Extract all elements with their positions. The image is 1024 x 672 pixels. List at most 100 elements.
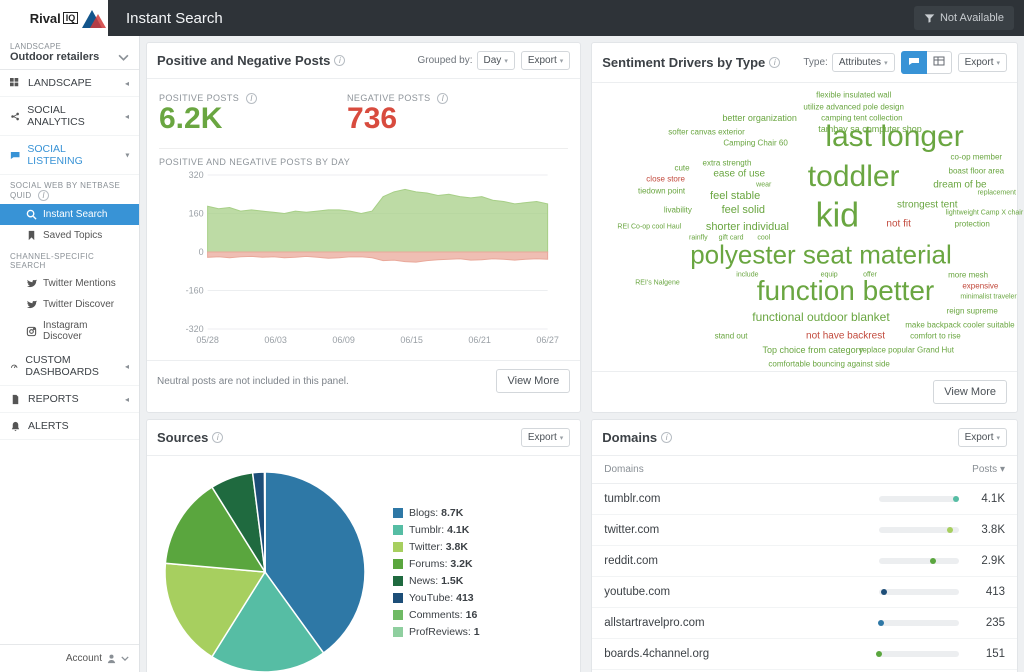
cloud-term[interactable]: include [736,271,758,278]
nav-instagram-discover[interactable]: Instagram Discover [0,315,139,347]
type-select[interactable]: Attributes▾ [832,53,895,72]
view-table-button[interactable] [927,51,952,74]
view-cloud-button[interactable] [901,51,927,74]
cloud-term[interactable]: livability [664,206,692,215]
legend-item[interactable]: News: 1.5K [393,575,480,587]
nav-custom-dashboards[interactable]: CUSTOM DASHBOARDS◂ [0,347,139,386]
grouped-by-select[interactable]: Day▾ [477,51,515,70]
cloud-term[interactable]: rainfly [689,235,708,242]
cloud-term[interactable]: shorter individual [706,221,789,233]
cloud-term[interactable]: cool [757,235,770,242]
cloud-term[interactable]: camping tent collection [821,113,902,122]
cloud-term[interactable]: ease of use [713,168,765,179]
cloud-term[interactable]: better organization [722,113,797,123]
legend-item[interactable]: Forums: 3.2K [393,558,480,570]
info-icon[interactable]: i [661,432,672,443]
info-icon[interactable]: i [437,93,448,104]
cloud-term[interactable]: feel stable [710,190,760,202]
brand-logo[interactable]: RivalIQ [0,0,108,36]
cloud-term[interactable]: not fit [886,219,910,230]
domain-row[interactable]: boards.4channel.org 151 [592,639,1017,670]
info-icon[interactable]: i [212,432,223,443]
cloud-term[interactable]: make backpack cooler suitable [905,321,1014,330]
legend-item[interactable]: Comments: 16 [393,609,480,621]
export-button[interactable]: Export▾ [521,51,570,70]
cloud-term[interactable]: polyester seat material [690,240,952,271]
account-menu[interactable]: Account [0,644,139,672]
svg-text:320: 320 [189,170,204,180]
cloud-term[interactable]: gift card [719,235,744,242]
cloud-term[interactable]: not have backrest [806,331,885,342]
legend-item[interactable]: Blogs: 8.7K [393,507,480,519]
cloud-term[interactable]: extra strength [702,158,751,167]
nav-twitter-mentions[interactable]: Twitter Mentions [0,273,139,294]
cloud-term[interactable]: flexible insulated wall [816,91,891,100]
cloud-term[interactable]: strongest tent [897,199,958,210]
cloud-term[interactable]: comfortable bouncing against side [768,360,889,369]
cloud-term[interactable]: expensive [962,281,998,290]
cloud-term[interactable]: toddler [808,160,900,194]
legend-item[interactable]: Tumblr: 4.1K [393,524,480,536]
cloud-term[interactable]: feel solid [722,204,765,216]
cloud-term[interactable]: REI Co-op cool Haul [617,224,681,231]
cloud-term[interactable]: softer canvas exterior [668,127,744,136]
domain-row[interactable]: twitter.com 3.8K [592,515,1017,546]
landscape-selector[interactable]: LANDSCAPE Outdoor retailers [0,36,139,70]
cloud-term[interactable]: functional outdoor blanket [752,310,889,324]
user-icon [106,653,117,664]
cloud-term[interactable]: reign supreme [947,307,998,316]
cloud-term[interactable]: replacement [977,190,1016,197]
cloud-term[interactable]: comfort to rise [910,332,961,341]
legend-item[interactable]: YouTube: 413 [393,592,480,604]
nav-social-listening[interactable]: SOCIAL LISTENING◂ [0,136,139,175]
nav-twitter-discover[interactable]: Twitter Discover [0,294,139,315]
info-icon[interactable]: i [769,57,780,68]
cloud-term[interactable]: close store [646,175,685,184]
domain-row[interactable]: youtube.com 413 [592,577,1017,608]
legend-item[interactable]: Twitter: 3.8K [393,541,480,553]
nav-landscape[interactable]: LANDSCAPE◂ [0,70,139,97]
nav-reports[interactable]: REPORTS◂ [0,386,139,413]
cloud-term[interactable]: dream of be [933,180,986,191]
nav-instant-search[interactable]: Instant Search [0,204,139,225]
cloud-term[interactable]: utilize advanced pole design [803,102,904,111]
cloud-term[interactable]: wear [756,182,771,189]
domain-row[interactable]: tumblr.com 4.1K [592,484,1017,515]
cloud-term[interactable]: function better [757,275,934,307]
cloud-term[interactable]: replace popular Grand Hut [860,346,954,355]
cloud-term[interactable]: protection [955,220,990,229]
cloud-term[interactable]: boast floor area [949,167,1005,176]
view-more-button[interactable]: View More [933,380,1007,404]
nav-social-analytics[interactable]: SOCIAL ANALYTICS◂ [0,97,139,136]
col-posts[interactable]: Posts ▾ [972,464,1005,475]
export-button[interactable]: Export▾ [958,428,1007,447]
domain-row[interactable]: reddit.com 2.9K [592,546,1017,577]
info-icon[interactable]: i [334,55,345,66]
not-available-button[interactable]: Not Available [914,6,1014,30]
cloud-term[interactable]: equip [821,271,838,278]
info-icon[interactable]: i [246,93,257,104]
nav-saved-topics[interactable]: Saved Topics [0,225,139,246]
legend-item[interactable]: ProfReviews: 1 [393,626,480,638]
caret-icon: ◂ [125,79,129,88]
nav-alerts[interactable]: ALERTS [0,413,139,440]
cloud-term[interactable]: Camping Chair 60 [723,139,787,148]
view-more-button[interactable]: View More [496,369,570,393]
export-button[interactable]: Export▾ [521,428,570,447]
col-domains[interactable]: Domains [604,464,972,475]
cloud-term[interactable]: tiedown point [638,186,685,195]
cloud-term[interactable]: Top choice from category [763,345,864,355]
cloud-term[interactable]: cute [674,164,689,173]
cloud-term[interactable]: minimalist traveler [960,294,1016,301]
info-icon[interactable]: i [38,190,49,201]
cloud-term[interactable]: REI's Nalgene [635,280,680,287]
cloud-term[interactable]: co-op member [951,153,1003,162]
cloud-term[interactable]: lightweight Camp X chair [946,210,1023,217]
cloud-term[interactable]: stand out [715,332,748,341]
cloud-term[interactable]: tambay sa computer shop [818,124,922,134]
cloud-term[interactable]: offer [863,271,877,278]
domain-row[interactable]: allstartravelpro.com 235 [592,608,1017,639]
export-button[interactable]: Export▾ [958,53,1007,72]
cloud-term[interactable]: kid [816,196,859,235]
cloud-term[interactable]: more mesh [948,270,988,279]
